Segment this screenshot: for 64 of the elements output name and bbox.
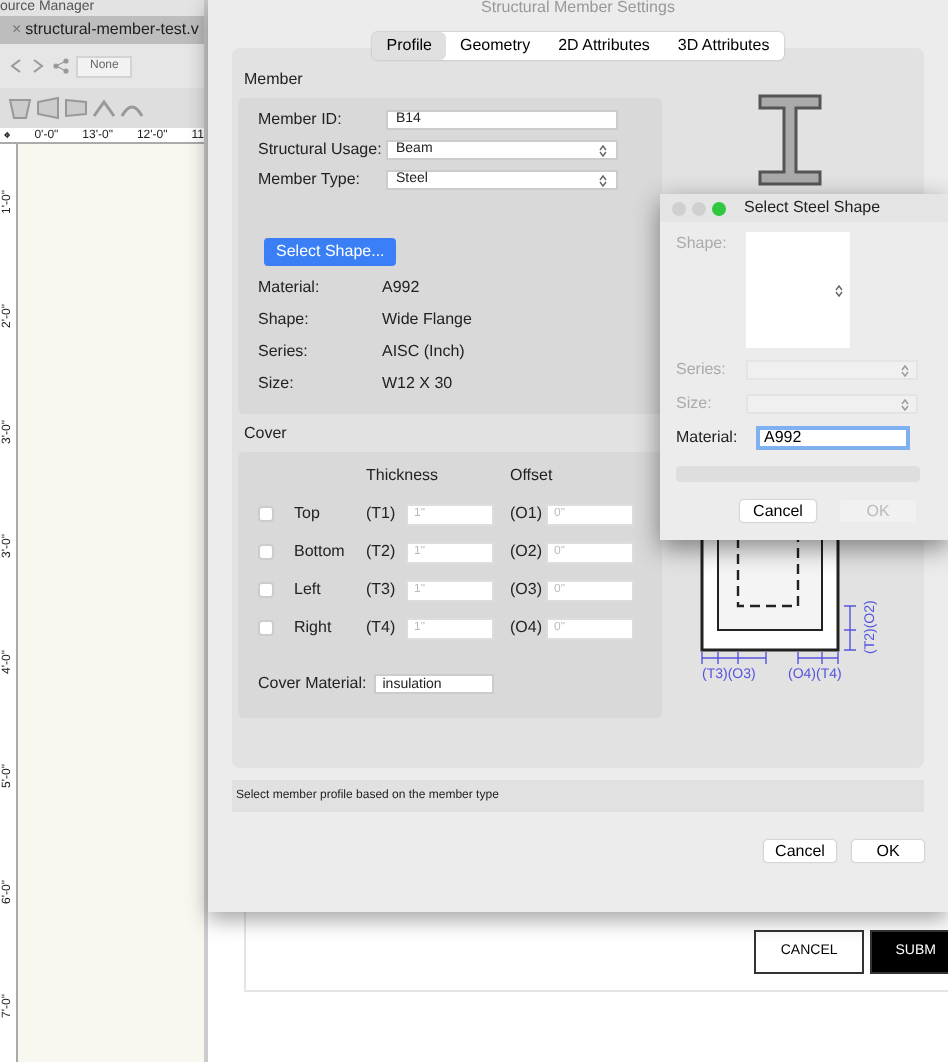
field-label: Shape: [676,232,729,256]
field-label: Material: [676,426,740,450]
dimension-line [843,605,857,651]
tapered-shape-icon[interactable] [8,96,32,120]
chevron-icon [598,173,608,187]
property-label: Series: [258,340,310,364]
tab[interactable]: Profile [372,32,446,60]
chevron-icon [598,143,608,157]
checkbox-label: Top [294,502,322,526]
field-code: (T1) [366,502,398,526]
cancel-button[interactable]: Cancel [764,840,836,862]
ok-button[interactable]: OK [852,840,924,862]
field-label: Cover Material: [258,672,367,696]
field-label: Size: [676,392,714,416]
tab[interactable]: 2D Attributes [544,32,664,60]
arch-shape-icon[interactable] [92,96,116,120]
field-code: (O4) [510,616,544,640]
window-title: Structural Member Settings [479,0,677,20]
property-label: Size: [258,372,296,396]
window-title: Select Steel Shape [744,196,881,220]
field-code: (O2) [510,540,544,564]
checkbox[interactable] [258,544,274,560]
field-code: (T4) [366,616,398,640]
field-code: (T2) [366,540,398,564]
checkbox[interactable] [258,506,274,522]
property-value: AISC (Inch) [382,340,465,364]
checkbox-label: Left [294,578,323,602]
property-value: W12 X 30 [382,372,453,396]
stepper-icon [900,363,910,377]
field-label: Member ID: [258,108,344,132]
group-heading: Member [244,68,305,92]
document-tab[interactable]: × structural-member-test.v [0,16,204,44]
stepper-icon [834,283,844,297]
skewed-shape-icon[interactable] [64,96,88,120]
skewed-shape-icon[interactable] [36,96,60,120]
field-code: (O1) [510,502,544,526]
column-heading: Offset [510,464,555,488]
checkbox[interactable] [258,582,274,598]
tab-title: structural-member-test.v [25,18,199,42]
field-code: (T3) [366,578,398,602]
i-beam-drawing [756,92,824,188]
checkbox[interactable] [258,620,274,636]
tab[interactable]: 3D Attributes [663,32,784,60]
share-icon[interactable] [52,58,70,74]
group-heading: Cover [244,422,289,446]
field-label: Member Type: [258,168,362,192]
cancel-button[interactable]: Cancel [740,500,816,522]
property-value: Wide Flange [382,308,472,332]
tab[interactable]: Geometry [445,32,545,60]
property-label: Material: [258,276,322,300]
dimension-line [797,651,839,665]
property-value: A992 [382,276,420,300]
field-code: (O3) [510,578,544,602]
material-field[interactable]: A992 [756,426,910,450]
crosshair-icon [4,128,11,142]
field-label: Series: [676,358,728,382]
property-label: Shape: [258,308,311,332]
checkbox-label: Right [294,616,334,640]
checkbox-label: Bottom [294,540,347,564]
field-label: Structural Usage: [258,138,384,162]
column-heading: Thickness [366,464,441,488]
dimension-line [701,651,767,665]
stepper-icon [900,397,910,411]
select-shape-button[interactable]: Select Shape... [264,238,397,266]
